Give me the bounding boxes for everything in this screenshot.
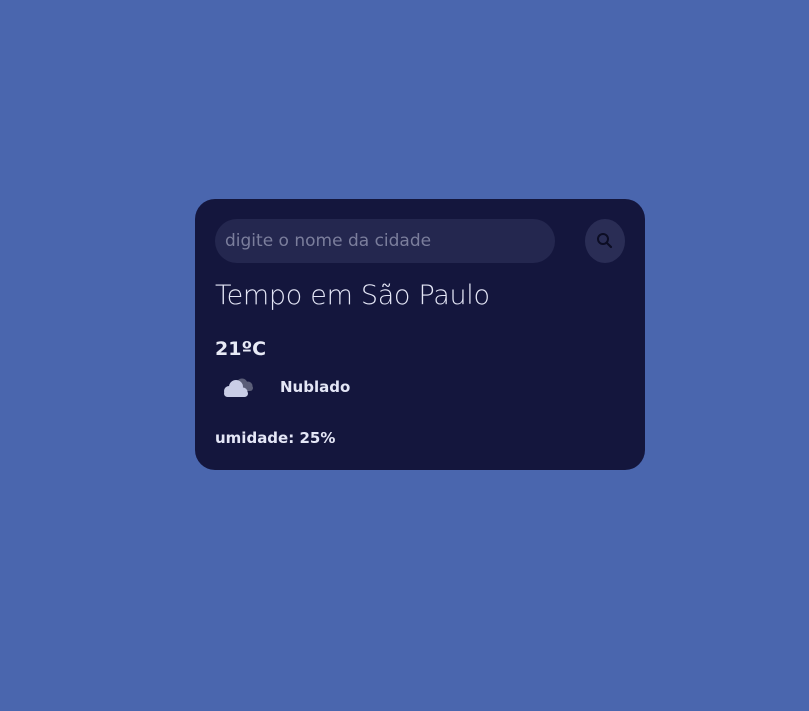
page: { "search": { "placeholder": "digite o n… bbox=[0, 0, 809, 711]
weather-condition: Nublado bbox=[280, 378, 351, 396]
city-search-input[interactable] bbox=[215, 219, 555, 263]
search-icon bbox=[597, 233, 613, 249]
cloudy-icon bbox=[224, 378, 253, 397]
search-button[interactable] bbox=[585, 219, 625, 263]
weather-card: Tempo em São Paulo 21ºC Nublado umidade:… bbox=[195, 199, 645, 470]
city-title: Tempo em São Paulo bbox=[215, 280, 490, 311]
temperature: 21ºC bbox=[215, 338, 267, 360]
humidity: umidade: 25% bbox=[215, 429, 336, 447]
